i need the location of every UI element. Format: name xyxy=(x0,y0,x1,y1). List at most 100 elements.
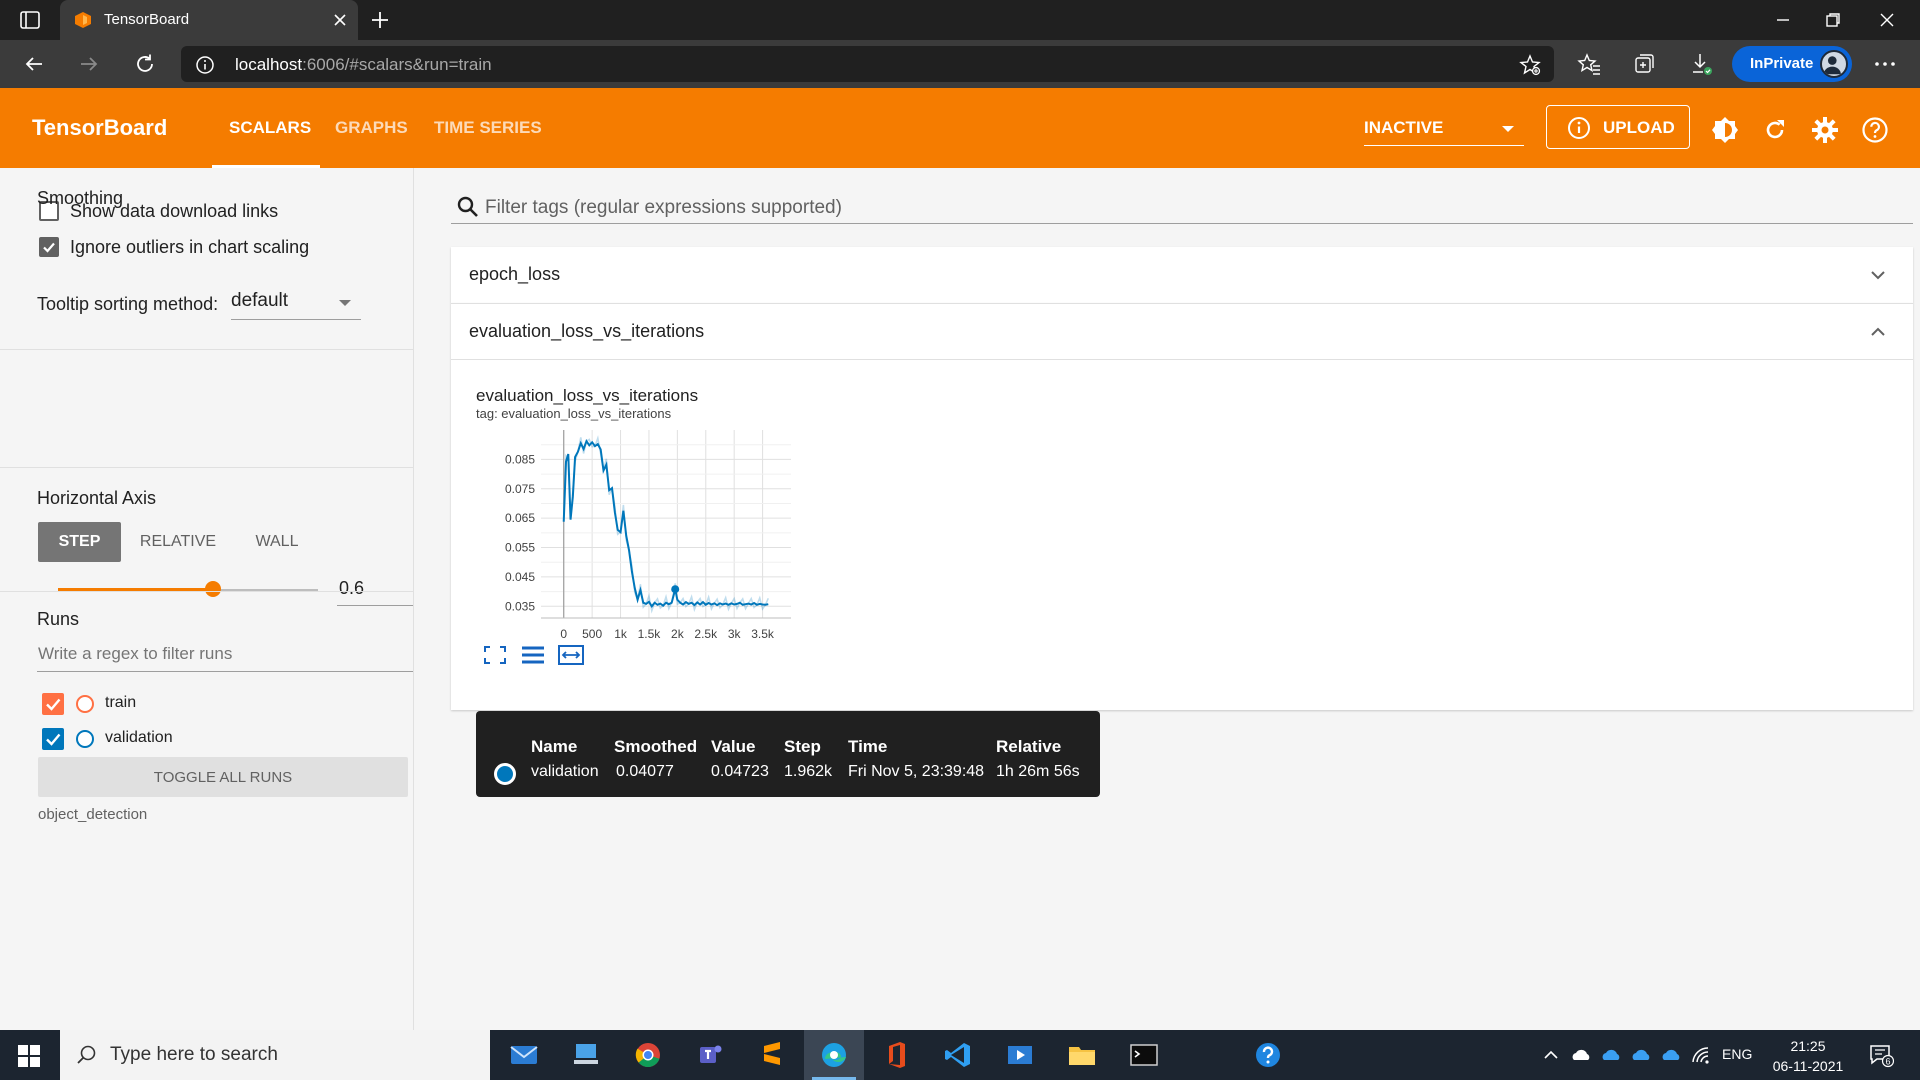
add-favorite-icon[interactable] xyxy=(1518,53,1542,77)
fit-domain-icon[interactable] xyxy=(557,644,585,666)
back-icon[interactable] xyxy=(22,52,46,76)
taskbar-edge[interactable] xyxy=(804,1030,864,1080)
url-text: localhost:6006/#scalars&run=train xyxy=(235,55,492,75)
close-tab-icon[interactable] xyxy=(330,10,350,30)
tooltip-sorting-value: default xyxy=(231,290,289,311)
taskbar-remote-desktop[interactable] xyxy=(556,1030,616,1080)
tooltip-sorting-select[interactable]: default xyxy=(231,286,361,320)
collections-icon[interactable] xyxy=(1631,51,1657,77)
favorites-icon[interactable] xyxy=(1576,51,1602,77)
line-chart[interactable]: 0 500 1k 1.5k 2k 2.5k 3k 3.5k 0.085 0.075 0.065 0.0… xyxy=(466,424,806,644)
restore-icon[interactable] xyxy=(1821,8,1845,32)
help-icon[interactable] xyxy=(1861,116,1889,144)
show-hidden-icons-icon[interactable] xyxy=(1540,1045,1562,1065)
forward-icon[interactable] xyxy=(77,52,101,76)
new-tab-icon[interactable] xyxy=(369,9,391,31)
checkmark-icon xyxy=(46,733,61,746)
data-point xyxy=(568,453,569,454)
toggle-log-scale-icon[interactable] xyxy=(519,644,547,666)
close-window-icon[interactable] xyxy=(1875,8,1899,32)
axis-wall-label: WALL xyxy=(255,533,299,550)
chevron-up-icon[interactable] xyxy=(1867,321,1889,343)
data-point xyxy=(731,603,732,604)
series-line xyxy=(562,438,769,608)
onedrive-business-icon[interactable] xyxy=(1630,1045,1652,1065)
taskbar-vscode[interactable] xyxy=(928,1030,988,1080)
data-point xyxy=(611,488,612,489)
dropdown-arrow-icon xyxy=(1502,126,1514,132)
tab-scalars[interactable]: SCALARS xyxy=(229,118,311,138)
axis-wall-button[interactable]: WALL xyxy=(236,522,318,562)
tooltip-header-time: Time xyxy=(848,737,888,756)
run-validation-checkbox[interactable] xyxy=(42,728,64,750)
tooltip-header-smoothed: Smoothed xyxy=(614,737,698,756)
axis-relative-button[interactable]: RELATIVE xyxy=(131,522,225,562)
ignore-outliers-checkbox[interactable] xyxy=(39,237,59,257)
tab-time-series[interactable]: TIME SERIES xyxy=(434,118,542,138)
refresh-icon[interactable] xyxy=(133,52,157,76)
office-icon xyxy=(889,1042,905,1068)
input-language[interactable]: ENG xyxy=(1722,1046,1752,1062)
inprivate-button[interactable]: InPrivate xyxy=(1732,46,1852,82)
taskbar-chrome[interactable] xyxy=(618,1030,678,1080)
notification-center-icon[interactable]: 6 xyxy=(1868,1042,1894,1068)
category-card-epoch-loss[interactable]: epoch_loss xyxy=(451,247,1913,303)
data-point xyxy=(680,602,681,603)
data-point xyxy=(677,599,678,600)
settings-gear-icon[interactable] xyxy=(1811,116,1839,144)
data-point xyxy=(654,602,655,603)
address-bar[interactable]: localhost:6006/#scalars&run=train xyxy=(181,46,1554,82)
toggle-all-runs-button[interactable]: TOGGLE ALL RUNS xyxy=(38,757,408,797)
plugin-select[interactable]: INACTIVE xyxy=(1364,116,1524,146)
taskbar-search-box[interactable]: Type here to search xyxy=(60,1030,490,1080)
tooltip-run-name: validation xyxy=(531,763,599,780)
reload-icon[interactable] xyxy=(1761,116,1789,144)
downloads-icon[interactable] xyxy=(1688,51,1714,77)
taskbar-help[interactable] xyxy=(1238,1030,1298,1080)
wifi-icon[interactable] xyxy=(1690,1045,1712,1065)
minimize-icon[interactable] xyxy=(1771,8,1795,32)
upload-button[interactable]: UPLOAD xyxy=(1546,105,1690,149)
onedrive-icon[interactable] xyxy=(1570,1045,1592,1065)
theme-toggle-icon[interactable] xyxy=(1711,116,1739,144)
category-header[interactable]: evaluation_loss_vs_iterations xyxy=(451,304,1913,360)
taskbar-sublime[interactable] xyxy=(742,1030,802,1080)
data-point xyxy=(734,604,735,605)
data-point xyxy=(753,602,754,603)
data-point xyxy=(574,456,575,457)
taskbar-office[interactable] xyxy=(866,1030,926,1080)
run-train-checkbox[interactable] xyxy=(42,693,64,715)
onedrive-business-icon[interactable] xyxy=(1600,1045,1622,1065)
folder-icon xyxy=(1069,1047,1095,1065)
more-options-icon[interactable] xyxy=(1872,52,1898,76)
y-tick-label: 0.035 xyxy=(505,599,535,613)
windows-start-icon[interactable] xyxy=(17,1044,41,1068)
data-point xyxy=(626,535,627,536)
profile-avatar xyxy=(1820,50,1848,78)
tab-graphs[interactable]: GRAPHS xyxy=(335,118,408,138)
tab-title: TensorBoard xyxy=(104,11,190,28)
axis-step-button[interactable]: STEP xyxy=(38,522,121,562)
runs-filter-input[interactable]: Write a regex to filter runs xyxy=(37,636,413,672)
taskbar-mail[interactable] xyxy=(494,1030,554,1080)
taskbar-terminal[interactable] xyxy=(1114,1030,1174,1080)
tab-actions-icon[interactable] xyxy=(19,10,41,30)
data-point xyxy=(714,603,715,604)
taskbar-movies[interactable] xyxy=(990,1030,1050,1080)
data-point xyxy=(705,604,706,605)
onedrive-business-icon[interactable] xyxy=(1660,1045,1682,1065)
taskbar-file-explorer[interactable] xyxy=(1052,1030,1112,1080)
x-tick-label: 3k xyxy=(728,627,742,641)
tag-filter-input[interactable]: Filter tags (regular expressions support… xyxy=(451,190,1913,224)
browser-tab[interactable]: TensorBoard xyxy=(60,0,358,40)
data-point xyxy=(762,604,763,605)
movies-icon xyxy=(1008,1046,1032,1064)
taskbar-teams[interactable] xyxy=(680,1030,740,1080)
data-point xyxy=(620,532,621,533)
data-point xyxy=(702,602,703,603)
chevron-down-icon[interactable] xyxy=(1867,264,1889,286)
fullscreen-icon[interactable] xyxy=(481,644,509,666)
plugin-select-value: INACTIVE xyxy=(1364,118,1444,137)
clock[interactable]: 21:25 06-11-2021 xyxy=(1768,1036,1848,1076)
site-info-icon[interactable] xyxy=(195,55,215,75)
